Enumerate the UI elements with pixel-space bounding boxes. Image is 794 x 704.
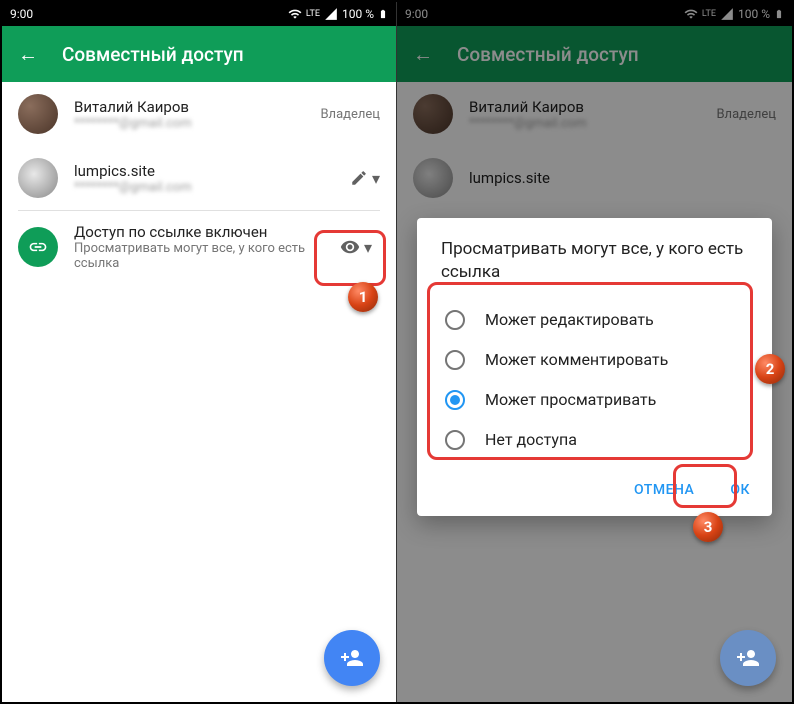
radio-option-edit[interactable]: Может редактировать [417, 300, 772, 340]
person-email: ********@gmail.com [74, 180, 334, 195]
link-permission-button[interactable]: ▾ [332, 229, 380, 265]
person-name: Виталий Каиров [74, 98, 304, 116]
link-icon [18, 227, 58, 267]
avatar [18, 94, 58, 134]
person-add-icon [340, 646, 364, 670]
radio-label: Может просматривать [485, 390, 656, 409]
radio-icon [445, 310, 465, 330]
radio-option-none[interactable]: Нет доступа [417, 420, 772, 460]
marker-2: 2 [755, 354, 785, 384]
pencil-icon [350, 169, 368, 187]
link-access-title: Доступ по ссылке включен [74, 223, 316, 241]
person-row-editor: lumpics.site ********@gmail.com ▾ [2, 146, 396, 210]
radio-list: Может редактировать Может комментировать… [417, 296, 772, 464]
person-email: ********@gmail.com [74, 116, 304, 131]
battery-label: 100 % [342, 7, 374, 21]
person-add-icon [736, 646, 760, 670]
status-bar: 9:00 LTE 100 % [2, 2, 396, 26]
screen-sharing-list: 9:00 LTE 100 % ← Совместный доступ Витал… [2, 2, 397, 702]
app-bar: ← Совместный доступ [2, 26, 396, 82]
person-row-owner: Виталий Каиров ********@gmail.com Владел… [2, 82, 396, 146]
avatar [18, 158, 58, 198]
radio-option-comment[interactable]: Может комментировать [417, 340, 772, 380]
signal-icon [324, 7, 338, 21]
link-access-row[interactable]: Доступ по ссылке включен Просматривать м… [2, 211, 396, 283]
marker-3: 3 [693, 512, 723, 542]
radio-option-view[interactable]: Может просматривать [417, 380, 772, 420]
back-icon[interactable]: ← [18, 42, 38, 67]
permission-dialog: Просматривать могут все, у кого есть ссы… [417, 218, 772, 516]
page-title: Совместный доступ [62, 43, 244, 66]
status-time: 9:00 [10, 7, 288, 21]
add-person-fab[interactable] [720, 630, 776, 686]
screen-dialog: 9:00 LTE 100 % ← Совместный доступ Витал… [397, 2, 792, 702]
wifi-icon [288, 7, 302, 21]
ok-button[interactable]: ОК [716, 472, 764, 508]
edit-permission-button[interactable]: ▾ [350, 169, 380, 188]
status-icons: LTE 100 % [288, 7, 388, 21]
radio-icon [445, 350, 465, 370]
radio-label: Нет доступа [485, 430, 577, 449]
radio-label: Может комментировать [485, 350, 668, 369]
radio-label: Может редактировать [485, 310, 654, 329]
eye-icon [340, 237, 360, 257]
dialog-title: Просматривать могут все, у кого есть ссы… [417, 238, 772, 296]
marker-1: 1 [348, 282, 378, 312]
cancel-button[interactable]: ОТМЕНА [620, 472, 708, 508]
add-person-fab[interactable] [324, 630, 380, 686]
radio-icon [445, 390, 465, 410]
battery-icon [378, 7, 388, 21]
role-label: Владелец [320, 107, 380, 122]
radio-icon [445, 430, 465, 450]
dropdown-caret-icon: ▾ [372, 169, 380, 188]
dropdown-caret-icon: ▾ [364, 238, 372, 257]
person-name: lumpics.site [74, 162, 334, 180]
link-access-desc: Просматривать могут все, у кого есть ссы… [74, 241, 316, 271]
network-label: LTE [306, 9, 320, 19]
